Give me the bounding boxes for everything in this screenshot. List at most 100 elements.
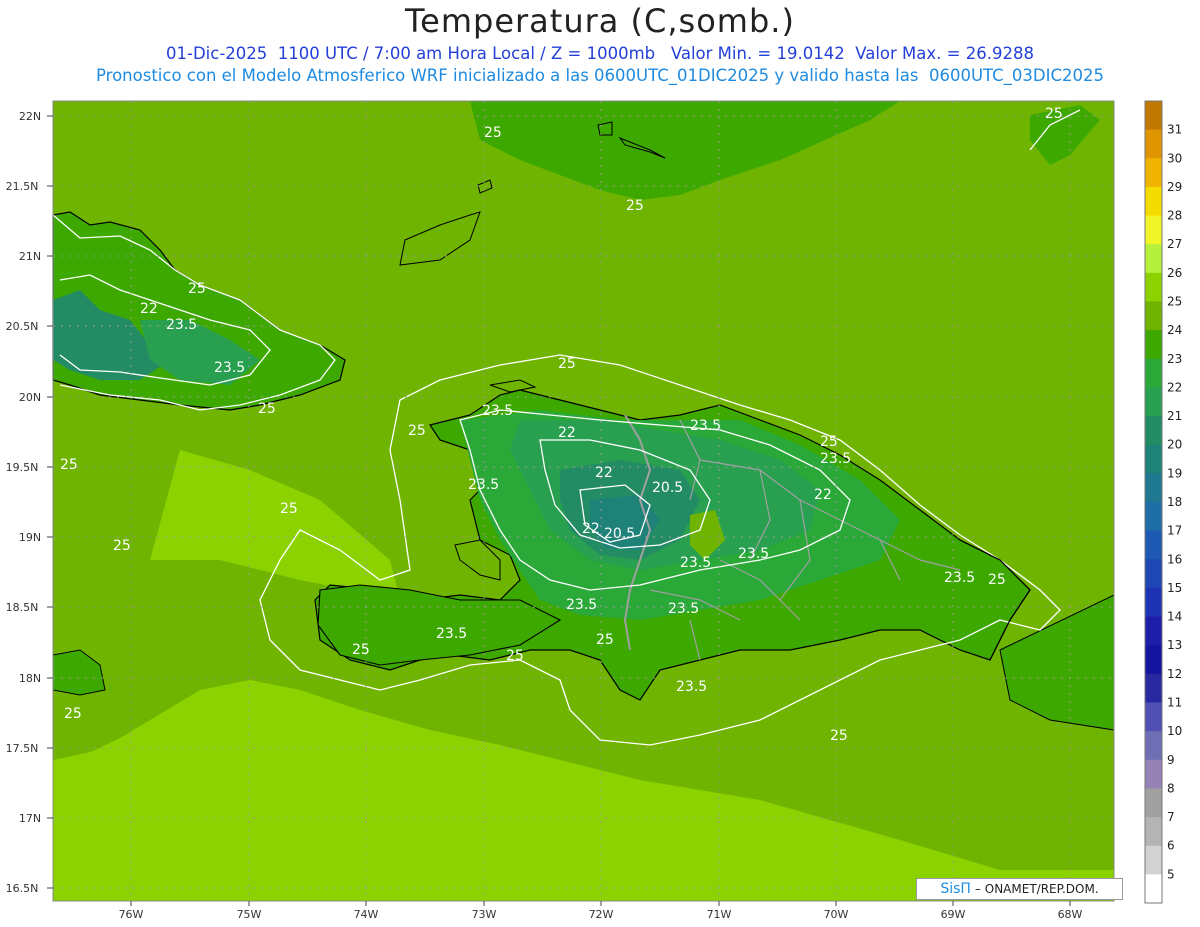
- colorbar-label: 29: [1167, 180, 1182, 194]
- contour-label: 25: [988, 572, 1006, 588]
- sis-logo-text: SisΠ: [940, 881, 971, 897]
- colorbar-label: 14: [1167, 610, 1182, 624]
- colorbar-swatch: [1145, 587, 1162, 618]
- lat-label: 16.5N: [6, 882, 39, 895]
- contour-label: 20.5: [652, 480, 683, 496]
- lon-label: 75W: [237, 908, 262, 921]
- colorbar-label: 25: [1167, 295, 1182, 309]
- colorbar-label: 18: [1167, 495, 1182, 509]
- lon-label: 71W: [707, 908, 732, 921]
- colorbar-swatch: [1145, 416, 1162, 446]
- contour-label: 23.5: [690, 418, 721, 434]
- colorbar-label: 20: [1167, 438, 1182, 452]
- lat-label: 19N: [19, 531, 41, 544]
- longitude-axis: 76W 75W 74W 73W 72W 71W 70W 69W 68W: [119, 908, 1083, 921]
- lat-label: 17.5N: [6, 742, 39, 755]
- colorbar-label: 8: [1167, 781, 1175, 795]
- latitude-axis: 22N 21.5N 21N 20.5N 20N 19.5N 19N 18.5N …: [6, 110, 41, 895]
- colorbar-swatch: [1145, 788, 1162, 818]
- colorbar-label: 13: [1167, 638, 1182, 652]
- contour-label: 23.5: [566, 597, 597, 613]
- contour-label: 25: [558, 356, 576, 372]
- colorbar-label: 26: [1167, 266, 1182, 280]
- contour-label: 23.5: [214, 360, 245, 376]
- contour-label: 23.5: [676, 679, 707, 695]
- colorbar: 31 30 29 28 27 26 25 24 23 22 21 20 19 18 17 16 15 14 13 12…: [1144, 100, 1182, 904]
- lon-label: 70W: [824, 908, 849, 921]
- colorbar-label: 11: [1167, 696, 1182, 710]
- colorbar-swatch: [1145, 759, 1162, 789]
- lat-label: 18N: [19, 672, 41, 685]
- lon-label: 69W: [941, 908, 966, 921]
- lat-label: 20N: [19, 391, 41, 404]
- colorbar-swatch: [1145, 502, 1162, 532]
- contour-label: 25: [188, 281, 206, 297]
- contour-label: 23.5: [680, 555, 711, 571]
- contour-label: 25: [1045, 106, 1063, 122]
- colorbar-label: 15: [1167, 581, 1182, 595]
- colorbar-swatch: [1145, 817, 1162, 847]
- colorbar-swatch: [1145, 101, 1162, 131]
- colorbar-label: 5: [1167, 867, 1175, 881]
- contour-label: 23.5: [820, 451, 851, 467]
- colorbar-label: 30: [1167, 151, 1182, 165]
- lon-label: 73W: [472, 908, 497, 921]
- credit-box: SisΠ – ONAMET/REP.DOM.: [916, 878, 1123, 900]
- contour-label: 23.5: [668, 601, 699, 617]
- colorbar-swatch: [1145, 616, 1162, 646]
- colorbar-swatch: [1145, 645, 1162, 675]
- contour-label: 25: [506, 648, 524, 664]
- colorbar-swatch: [1145, 473, 1162, 503]
- contour-label: 25: [820, 434, 838, 450]
- contour-label: 22: [558, 425, 576, 441]
- colorbar-label: 21: [1167, 409, 1182, 423]
- colorbar-label: 17: [1167, 524, 1182, 538]
- contour-label: 23.5: [166, 317, 197, 333]
- contour-label: 23.5: [436, 626, 467, 642]
- colorbar-swatch: [1145, 301, 1162, 331]
- credit-org: – ONAMET/REP.DOM.: [974, 882, 1099, 896]
- colorbar-swatch: [1145, 215, 1162, 245]
- colorbar-label: 7: [1167, 810, 1175, 824]
- colorbar-label: 23: [1167, 352, 1182, 366]
- lat-label: 21.5N: [6, 180, 39, 193]
- colorbar-label: 22: [1167, 380, 1182, 394]
- lat-label: 17N: [19, 812, 41, 825]
- lat-label: 22N: [19, 110, 41, 123]
- contour-label: 25: [408, 423, 426, 439]
- colorbar-swatch: [1145, 387, 1162, 417]
- colorbar-label: 27: [1167, 237, 1182, 251]
- colorbar-label: 31: [1167, 123, 1182, 137]
- colorbar-swatch: [1145, 272, 1162, 302]
- temperature-map: 22N 21.5N 21N 20.5N 20N 19.5N 19N 18.5N …: [6, 100, 1182, 921]
- contour-label: 25: [64, 706, 82, 722]
- contour-label: 23.5: [944, 570, 975, 586]
- lon-label: 74W: [354, 908, 379, 921]
- contour-label: 25: [352, 642, 370, 658]
- colorbar-swatch: [1145, 702, 1162, 732]
- contour-label: 25: [484, 125, 502, 141]
- colorbar-swatch: [1145, 330, 1162, 360]
- colorbar-swatch: [1145, 845, 1162, 875]
- colorbar-swatch: [1145, 158, 1162, 188]
- colorbar-swatch: [1145, 731, 1162, 761]
- lat-label: 21N: [19, 250, 41, 263]
- contour-label: 22: [582, 521, 600, 537]
- contour-label: 23.5: [482, 403, 513, 419]
- colorbar-label: 12: [1167, 667, 1182, 681]
- colorbar-swatch: [1145, 244, 1162, 274]
- contour-label: 25: [60, 457, 78, 473]
- colorbar-swatch: [1145, 530, 1162, 560]
- contour-label: 20.5: [604, 526, 635, 542]
- contour-label: 25: [626, 198, 644, 214]
- colorbar-label: 16: [1167, 552, 1182, 566]
- contour-label: 22: [814, 487, 832, 503]
- contour-label: 23.5: [468, 477, 499, 493]
- colorbar-swatch: [1145, 559, 1162, 589]
- lat-label: 18.5N: [6, 601, 39, 614]
- colorbar-swatch: [1145, 673, 1162, 703]
- colorbar-swatch: [1145, 129, 1162, 159]
- colorbar-label: 19: [1167, 466, 1182, 480]
- contour-label: 22: [595, 465, 613, 481]
- colorbar-label: 24: [1167, 323, 1182, 337]
